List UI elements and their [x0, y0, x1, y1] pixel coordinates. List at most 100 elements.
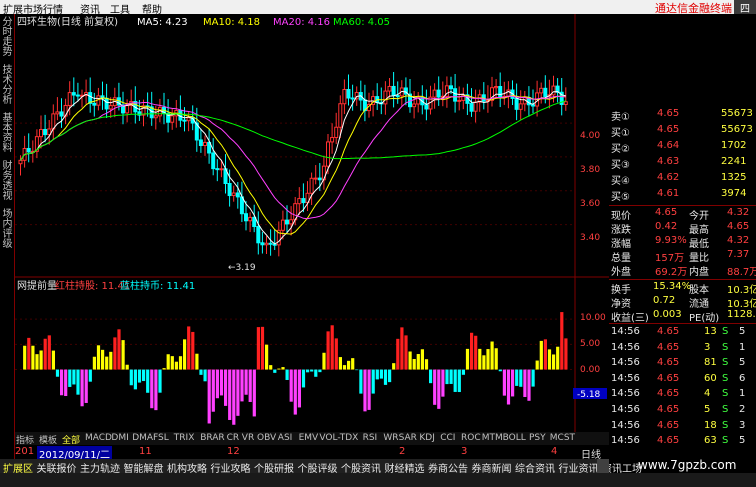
indicator-tab[interactable]: KDJ — [419, 433, 435, 443]
indicator-bar — [543, 339, 547, 370]
candle-body — [494, 86, 499, 89]
side-tab-fundamentals[interactable]: 基本资料 — [1, 114, 14, 154]
stat-label: 涨幅 — [611, 239, 631, 250]
candle-body — [543, 87, 548, 97]
indicator-bar — [285, 369, 289, 380]
quote-separator — [609, 279, 756, 280]
info-row: 换手 15.34% 股本 10.3亿 — [609, 281, 756, 296]
stat-value: 4.32 — [727, 235, 750, 246]
indicator-tab[interactable]: VR — [242, 433, 254, 443]
indicator-tab[interactable]: DMA — [132, 433, 153, 443]
indicator-tab[interactable]: DMI — [111, 433, 128, 443]
indicator-tab[interactable]: BRAR — [200, 433, 224, 443]
candle-body — [153, 115, 158, 119]
stat-label: 今开 — [689, 211, 709, 222]
info-row: 净资 0.72 流通 10.3亿 — [609, 295, 756, 310]
candle-body — [391, 85, 396, 97]
candle-body — [301, 198, 306, 204]
indicator-bar — [273, 369, 277, 373]
indicator-tab[interactable]: FSL — [153, 433, 169, 443]
tick-side: S — [722, 419, 729, 431]
candle-body — [457, 99, 462, 102]
candle-body — [39, 129, 43, 138]
indicator-bar — [371, 369, 375, 394]
candle-body — [55, 111, 60, 115]
indicator-bar — [531, 369, 535, 387]
month-mark: 2 — [399, 446, 406, 457]
order-price: 4.64 — [657, 140, 680, 151]
indicator-bar — [211, 369, 215, 412]
indicator-tab[interactable]: 模板 — [39, 433, 57, 446]
side-tab-intraday[interactable]: 分时走势 — [1, 18, 14, 58]
indicator-bar — [560, 312, 564, 370]
indicator-tab[interactable]: VOL-TDX — [319, 433, 358, 443]
chart-area[interactable]: 四环生物(日线 前复权) MA5: 4.23 MA10: 4.18 MA20: … — [15, 14, 609, 432]
indicator-bar — [35, 354, 39, 370]
tick-count: 6 — [739, 372, 746, 384]
indicator-tab[interactable]: CR — [227, 433, 240, 443]
order-volume: 55673 — [721, 124, 753, 135]
indicator-tab[interactable]: OBV — [257, 433, 276, 443]
candle-body — [473, 101, 478, 112]
indicator-bar — [547, 349, 552, 370]
info-label: 收益(三) — [611, 313, 649, 324]
indicator-bar — [429, 369, 433, 384]
indicator-bar — [556, 346, 560, 370]
indicator-bar — [416, 354, 420, 370]
blue-bar-label: 蓝柱持币: 11.41 — [120, 279, 195, 292]
indicator-tab[interactable]: SAR — [399, 433, 417, 443]
indicator-bar — [105, 356, 109, 370]
app-brand: 通达信金融终端 — [655, 2, 732, 15]
candle-body — [309, 177, 314, 194]
indicator-tab[interactable]: WR — [383, 433, 398, 443]
indicator-tab[interactable]: MACD — [85, 433, 112, 443]
side-tab-rating[interactable]: 场内评级 — [1, 210, 14, 250]
stat-value: 4.65 — [727, 221, 750, 232]
indicator-tab[interactable]: EMV — [299, 433, 319, 443]
indicator-tab[interactable]: MTM — [482, 433, 503, 443]
ma20-label: MA20: 4.16 — [273, 17, 330, 28]
candle-body — [330, 137, 335, 143]
indicator-tab[interactable]: ROC — [461, 433, 481, 443]
indicator-tab[interactable]: RSI — [363, 433, 378, 443]
indicator-bar — [252, 369, 256, 417]
indicator-bar — [470, 332, 474, 370]
indicator-tab[interactable]: PSY — [529, 433, 546, 443]
indicator-bar — [248, 369, 252, 402]
indicator-tab[interactable]: CCI — [440, 433, 455, 443]
indicator-tab[interactable]: BOLL — [503, 433, 526, 443]
candle-body — [264, 242, 269, 246]
date-bar: 201 2012/09/11/二 11 12 2 3 4 日线 — [15, 446, 609, 461]
bottom-scroll-handle[interactable] — [597, 459, 609, 473]
tick-count: 1 — [739, 388, 746, 400]
info-value: 0.003 — [653, 309, 682, 320]
tick-volume: 18 — [704, 419, 717, 431]
indicator-tab[interactable]: 全部 — [62, 433, 80, 446]
tick-side: S — [722, 388, 729, 400]
stat-label: 涨跌 — [611, 225, 631, 236]
indicator-bar — [498, 369, 502, 372]
info-label: 换手 — [611, 285, 631, 296]
indicator-bar — [523, 369, 527, 397]
tick-side: S — [722, 372, 729, 384]
indicator-tab[interactable]: ASI — [278, 433, 293, 443]
candle-body — [326, 141, 330, 167]
tick-count: 2 — [739, 404, 746, 415]
indicator-bar — [51, 350, 55, 370]
indicator-bar — [494, 348, 498, 370]
stat-label: 量比 — [689, 253, 709, 264]
status-strip — [0, 473, 756, 487]
stat-value: 9.93% — [655, 235, 687, 246]
indicator-tab[interactable]: MCST — [550, 433, 575, 443]
window-button[interactable]: 四 — [734, 0, 756, 15]
indicator-bar — [375, 369, 379, 380]
candle-body — [531, 104, 535, 107]
indicator-bar — [240, 369, 244, 402]
indicator-tab[interactable]: 指标 — [16, 433, 34, 446]
indicator-tab[interactable]: TRIX — [174, 433, 195, 443]
indicator-bar — [129, 369, 133, 386]
candle-body — [43, 129, 48, 136]
side-tab-financials[interactable]: 财务透视 — [1, 162, 14, 202]
side-tab-technical[interactable]: 技术分析 — [1, 66, 14, 106]
candle-body — [211, 152, 216, 170]
